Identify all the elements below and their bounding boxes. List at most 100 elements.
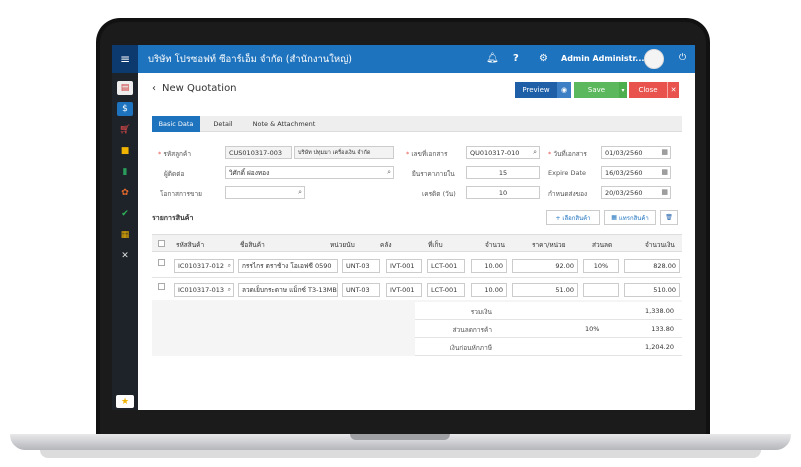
gear-people-icon[interactable]: ✿	[117, 186, 133, 200]
row-unit-field[interactable]: UNT-03	[342, 259, 380, 273]
credit-label: เครดิต (วัน)	[422, 190, 456, 198]
page-title: ‹ New Quotation	[152, 83, 237, 94]
row-code-field[interactable]: IC010317-013 ⌕	[174, 283, 234, 297]
close-x-icon[interactable]: ✕	[667, 82, 679, 98]
contact-field[interactable]: วิศักดิ์ ผ่องทอง ⌕	[225, 166, 394, 179]
eye-icon[interactable]: ◉	[557, 82, 571, 98]
laptop-frame: ≡ บริษัท โปรซอฟท์ ซีอาร์เอ็ม จำกัด (สำนั…	[0, 0, 801, 467]
th-name: ชื่อสินค้า	[240, 241, 265, 249]
calendar-icon: ▦	[661, 148, 668, 156]
delivery-label: กำหนดส่งของ	[548, 190, 588, 198]
app-screen: ≡ บริษัท โปรซอฟท์ ซีอาร์เอ็ม จำกัด (สำนั…	[112, 45, 695, 410]
before-tax-label: เงินก่อนหักภาษี	[449, 344, 492, 352]
trash-icon[interactable]: 🗑︎	[660, 210, 678, 225]
row-amount-field: 510.00	[624, 283, 680, 297]
power-icon[interactable]: ⏻	[679, 53, 686, 63]
table-row: IC010317-013 ⌕ ลวดเย็บกระดาษ แม็กซ์ T3-13…	[152, 278, 682, 302]
trade-discount-row: ส่วนลดการค้า 10% 133.80	[415, 320, 682, 338]
table-header: รหัสสินค้า ชื่อสินค้า หน่วยนับ คลัง ที่เ…	[152, 234, 682, 252]
gear-icon[interactable]: ⚙	[539, 53, 548, 64]
tab-note-attachment[interactable]: Note & Attachment	[246, 116, 322, 132]
items-section-title: รายการสินค้า	[152, 214, 194, 222]
before-tax-value: 1,204.20	[645, 343, 674, 351]
summary-area: รวมเงิน 1,338.00 ส่วนลดการค้า 10% 133.80…	[152, 300, 682, 356]
tab-detail[interactable]: Detail	[204, 116, 242, 132]
delivery-date-field[interactable]: 20/03/2560 ▦	[601, 186, 671, 199]
row-name-field[interactable]: ลวดเย็บกระดาษ แม็กซ์ T3-13MB	[238, 283, 338, 297]
search-icon: ⌕	[298, 188, 302, 196]
page-title-text: New Quotation	[162, 83, 237, 94]
customer-code-field[interactable]: CUS010317-003	[225, 146, 292, 159]
trade-discount-value: 133.80	[651, 325, 674, 333]
hamburger-icon[interactable]: ≡	[112, 45, 138, 73]
doc-date-field[interactable]: 01/03/2560 ▦	[601, 146, 671, 159]
th-discount: ส่วนลด	[592, 241, 613, 249]
select-all-checkbox[interactable]	[158, 240, 165, 247]
row-qty-field[interactable]: 10.00	[471, 259, 507, 273]
credit-field[interactable]: 10	[466, 186, 540, 199]
help-icon[interactable]: ?	[513, 53, 519, 64]
row-unit-field[interactable]: UNT-03	[342, 283, 380, 297]
trade-discount-percent[interactable]: 10%	[585, 325, 599, 333]
check-circle-icon[interactable]: ✔	[117, 207, 133, 221]
doc-no-field[interactable]: QU010317-010 ⌕	[466, 146, 540, 159]
price-valid-field[interactable]: 15	[466, 166, 540, 179]
add-product-button[interactable]: + เลือกสินค้า	[546, 210, 600, 225]
row-warehouse-field[interactable]: IVT-001	[386, 283, 422, 297]
cart-icon[interactable]: 🛒︎	[117, 123, 133, 137]
company-name: บริษัท โปรซอฟท์ ซีอาร์เอ็ม จำกัด (สำนักง…	[148, 54, 352, 65]
row-location-field[interactable]: LCT-001	[427, 259, 465, 273]
tab-bar: Basic Data Detail Note & Attachment	[152, 116, 682, 132]
back-icon[interactable]: ‹	[152, 83, 156, 94]
close-button[interactable]: Close	[629, 82, 667, 98]
avatar[interactable]	[644, 49, 664, 69]
row-warehouse-field[interactable]: IVT-001	[386, 259, 422, 273]
expire-date-field[interactable]: 16/03/2560 ▦	[601, 166, 671, 179]
th-warehouse: คลัง	[380, 241, 392, 249]
th-location: ที่เก็บ	[428, 241, 443, 249]
row-code-field[interactable]: IC010317-012 ⌕	[174, 259, 234, 273]
save-dropdown-caret[interactable]: ▾	[619, 82, 627, 98]
document-icon[interactable]: ▦	[117, 228, 133, 242]
th-unit: หน่วยนับ	[330, 241, 355, 249]
customer-name-field: บริษัท ปทุมมา เครื่องเงิน จำกัด	[294, 146, 394, 159]
th-price: ราคา/หน่วย	[532, 241, 566, 249]
expire-label: Expire Date	[548, 169, 587, 177]
contact-label: ผู้ติดต่อ	[164, 170, 185, 178]
th-qty: จำนวน	[485, 241, 505, 249]
row-location-field[interactable]: LCT-001	[427, 283, 465, 297]
opportunity-field[interactable]: ⌕	[225, 186, 305, 199]
presentation-icon[interactable]: ▤	[117, 81, 133, 95]
row-price-field[interactable]: 51.00	[512, 283, 578, 297]
row-name-field[interactable]: กรรไกร ตราช้าง โอเอฟซี 0590	[238, 259, 338, 273]
row-discount-field[interactable]: 10%	[583, 259, 619, 273]
laptop-shadow	[40, 450, 761, 458]
price-valid-label: ยืนราคาภายใน	[412, 170, 455, 178]
row-checkbox[interactable]	[158, 283, 165, 290]
money-icon[interactable]: $	[117, 102, 133, 116]
book-icon[interactable]: ▮	[117, 165, 133, 179]
subtotal-value: 1,338.00	[645, 307, 674, 315]
tools-icon[interactable]: ✕	[117, 249, 133, 263]
row-qty-field[interactable]: 10.00	[471, 283, 507, 297]
th-code: รหัสสินค้า	[176, 241, 205, 249]
bell-icon[interactable]: 🔔︎	[486, 53, 499, 64]
before-tax-row: เงินก่อนหักภาษี 1,204.20	[415, 338, 682, 356]
th-amount: จำนวนเงิน	[645, 241, 675, 249]
row-discount-field[interactable]	[583, 283, 619, 297]
opportunity-label: โอกาสการขาย	[160, 190, 202, 198]
table-row: IC010317-012 ⌕ กรรไกร ตราช้าง โอเอฟซี 059…	[152, 254, 682, 278]
star-icon[interactable]: ★	[116, 395, 134, 408]
search-icon: ⌕	[533, 148, 537, 156]
insert-product-button[interactable]: ▦ แทรกสินค้า	[604, 210, 656, 225]
user-name[interactable]: Admin Administr...	[561, 54, 644, 63]
calendar-icon: ▦	[661, 168, 668, 176]
row-price-field[interactable]: 92.00	[512, 259, 578, 273]
save-button[interactable]: Save	[574, 82, 619, 98]
box-icon[interactable]: ■	[117, 144, 133, 158]
tab-basic-data[interactable]: Basic Data	[152, 116, 200, 132]
row-checkbox[interactable]	[158, 259, 165, 266]
preview-button[interactable]: Preview	[515, 82, 557, 98]
sidebar: ▤ $ 🛒︎ ■ ▮ ✿ ✔ ▦ ✕ ★	[112, 73, 138, 410]
top-bar: ≡ บริษัท โปรซอฟท์ ซีอาร์เอ็ม จำกัด (สำนั…	[112, 45, 695, 73]
